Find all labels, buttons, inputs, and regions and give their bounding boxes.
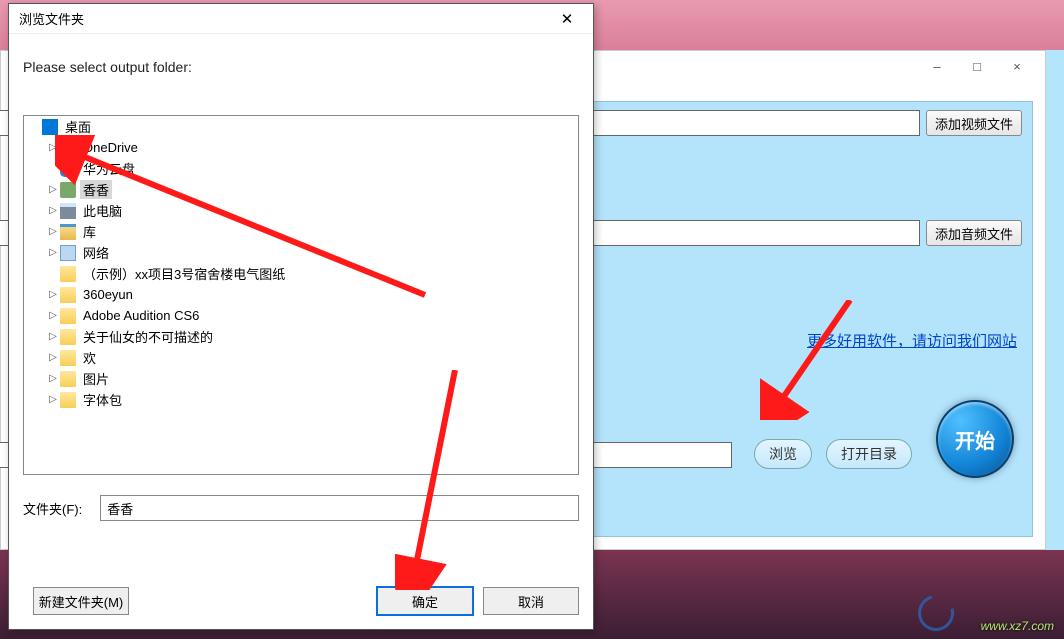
tree-item-label: 欢 bbox=[80, 348, 99, 367]
tree-item[interactable]: ▷ 字体包 bbox=[24, 389, 578, 410]
folder-icon bbox=[60, 329, 76, 345]
folder-name-input[interactable] bbox=[100, 495, 579, 521]
tree-item-label: OneDrive bbox=[80, 140, 141, 155]
minimize-button[interactable]: – bbox=[917, 54, 957, 78]
expand-icon[interactable]: ▷ bbox=[46, 247, 60, 258]
new-folder-button[interactable]: 新建文件夹(M) bbox=[33, 587, 129, 615]
ok-button[interactable]: 确定 bbox=[377, 587, 473, 615]
folder-icon bbox=[60, 308, 76, 324]
maximize-button[interactable]: □ bbox=[957, 54, 997, 78]
folder-icon bbox=[60, 371, 76, 387]
expand-icon[interactable]: ▷ bbox=[46, 394, 60, 405]
tree-item-label: 360eyun bbox=[80, 287, 136, 302]
tree-item[interactable]: ▷库 bbox=[24, 221, 578, 242]
tree-item-label: Adobe Audition CS6 bbox=[80, 308, 202, 323]
tree-item[interactable]: ▷欢 bbox=[24, 347, 578, 368]
tree-item[interactable]: （示例）xx项目3号宿舍楼电气图纸 bbox=[24, 263, 578, 284]
desktop-icon bbox=[42, 119, 58, 135]
add-audio-button[interactable]: 添加音频文件 bbox=[926, 220, 1022, 246]
expand-icon[interactable]: ▷ bbox=[46, 226, 60, 237]
tree-item[interactable]: ▷ 图片 bbox=[24, 368, 578, 389]
tree-item[interactable]: ▷ 网络 bbox=[24, 242, 578, 263]
dialog-title: 浏览文件夹 bbox=[19, 9, 84, 28]
folder-icon bbox=[60, 350, 76, 366]
tree-item-label: 此电脑 bbox=[80, 201, 125, 220]
expand-icon[interactable]: ▷ bbox=[46, 352, 60, 363]
expand-icon[interactable]: ▷ bbox=[46, 373, 60, 384]
expand-icon[interactable]: ▷ bbox=[46, 205, 60, 216]
dialog-close-button[interactable]: ✕ bbox=[547, 7, 587, 31]
browse-button[interactable]: 浏览 bbox=[754, 439, 812, 469]
tree-item[interactable]: 华为云盘 bbox=[24, 158, 578, 179]
pc-icon bbox=[60, 203, 76, 219]
lib-icon bbox=[60, 224, 76, 240]
folder-icon bbox=[60, 392, 76, 408]
tree-item-label: 图片 bbox=[80, 369, 112, 388]
add-video-button[interactable]: 添加视频文件 bbox=[926, 110, 1022, 136]
watermark-text: www.xz7.com bbox=[981, 619, 1054, 633]
dialog-titlebar: 浏览文件夹 ✕ bbox=[9, 4, 593, 34]
huawei-icon bbox=[60, 161, 76, 177]
dialog-prompt: Please select output folder: bbox=[9, 34, 593, 85]
expand-icon[interactable]: ▷ bbox=[46, 331, 60, 342]
tree-item-label: 桌面 bbox=[62, 117, 94, 136]
onedrive-icon bbox=[60, 140, 76, 156]
tree-item-label: 库 bbox=[80, 222, 99, 241]
more-software-link[interactable]: 更多好用软件，请访问我们网站 bbox=[807, 330, 1017, 351]
folder-icon bbox=[60, 287, 76, 303]
expand-icon[interactable]: ▷ bbox=[46, 310, 60, 321]
expand-icon[interactable]: ▷ bbox=[46, 289, 60, 300]
tree-item-label: 网络 bbox=[80, 243, 112, 262]
tree-item-label: 华为云盘 bbox=[80, 159, 138, 178]
tree-item-label: 关于仙女的不可描述的 bbox=[80, 327, 216, 346]
tree-item-label: 香香 bbox=[80, 180, 112, 199]
browse-folder-dialog: 浏览文件夹 ✕ Please select output folder: 桌面▷… bbox=[8, 3, 594, 630]
expand-icon[interactable]: ▷ bbox=[46, 184, 60, 195]
tree-item[interactable]: ▷ OneDrive bbox=[24, 137, 578, 158]
tree-item[interactable]: ▷ 关于仙女的不可描述的 bbox=[24, 326, 578, 347]
folder-icon bbox=[60, 266, 76, 282]
close-app-button[interactable]: × bbox=[997, 54, 1037, 78]
net-icon bbox=[60, 245, 76, 261]
tree-item[interactable]: ▷ 360eyun bbox=[24, 284, 578, 305]
tree-item-label: （示例）xx项目3号宿舍楼电气图纸 bbox=[80, 264, 288, 283]
tree-item[interactable]: ▷ Adobe Audition CS6 bbox=[24, 305, 578, 326]
tree-item-label: 字体包 bbox=[80, 390, 125, 409]
user-icon bbox=[60, 182, 76, 198]
cancel-button[interactable]: 取消 bbox=[483, 587, 579, 615]
folder-field-label: 文件夹(F): bbox=[23, 499, 82, 518]
start-button[interactable]: 开始 bbox=[936, 400, 1014, 478]
tree-item[interactable]: ▷ 此电脑 bbox=[24, 200, 578, 221]
open-dir-button[interactable]: 打开目录 bbox=[826, 439, 912, 469]
tree-item[interactable]: ▷ 香香 bbox=[24, 179, 578, 200]
expand-icon[interactable]: ▷ bbox=[46, 142, 60, 153]
tree-item[interactable]: 桌面 bbox=[24, 116, 578, 137]
folder-tree[interactable]: 桌面▷OneDrive华为云盘▷香香▷此电脑▷库▷网络（示例）xx项目3号宿舍楼… bbox=[23, 115, 579, 475]
